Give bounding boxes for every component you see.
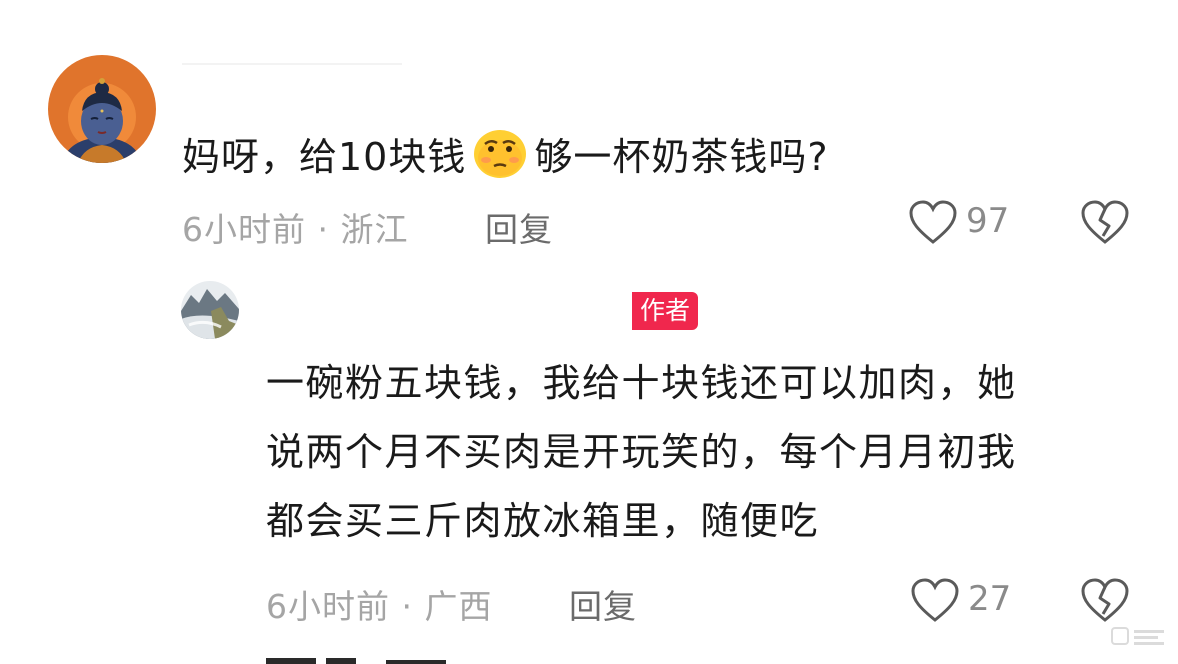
reply-reply-button[interactable]: 回复 (569, 580, 637, 628)
commenter-avatar[interactable] (48, 55, 156, 163)
reply-text-line: 一碗粉五块钱，我给十块钱还可以加肉，她 (266, 361, 1017, 405)
comment-text-part1: 妈呀，给10块钱 (182, 135, 467, 179)
next-comment-cutoff (266, 658, 496, 664)
author-badge: 作者 (632, 292, 699, 330)
comment-text-part2: 够一杯奶茶钱吗? (534, 135, 829, 179)
reply-like-button[interactable]: 27 (910, 578, 1020, 626)
broken-heart-icon (1080, 200, 1130, 250)
like-button[interactable]: 97 (908, 200, 1018, 248)
smirk-face-emoji-icon (472, 128, 528, 180)
heart-outline-icon (908, 200, 958, 250)
comment-reply-button[interactable]: 回复 (485, 203, 553, 251)
reply-text-line: 说两个月不买肉是开玩笑的，每个月月初我 (266, 430, 1017, 474)
comment-meta: 6小时前 · 浙江 (182, 210, 409, 249)
reply-author-avatar[interactable] (181, 281, 239, 339)
watermark (1110, 622, 1170, 652)
reply-text: 一碗粉五块钱，我给十块钱还可以加肉，她 说两个月不买肉是开玩笑的，每个月月初我 … (266, 349, 1017, 556)
reply-meta: 6小时前 · 广西 (266, 587, 493, 626)
like-count: 97 (966, 201, 1010, 241)
reply-text-line: 都会买三斤肉放冰箱里，随便吃 (266, 499, 820, 543)
dislike-button[interactable] (1080, 200, 1130, 246)
commenter-name-placeholder (182, 63, 402, 65)
reply-like-count: 27 (968, 579, 1012, 619)
reply-dislike-button[interactable] (1080, 578, 1130, 624)
comment-text: 妈呀，给10块钱 够一杯奶茶钱吗? (182, 128, 829, 182)
heart-outline-icon (910, 578, 960, 628)
